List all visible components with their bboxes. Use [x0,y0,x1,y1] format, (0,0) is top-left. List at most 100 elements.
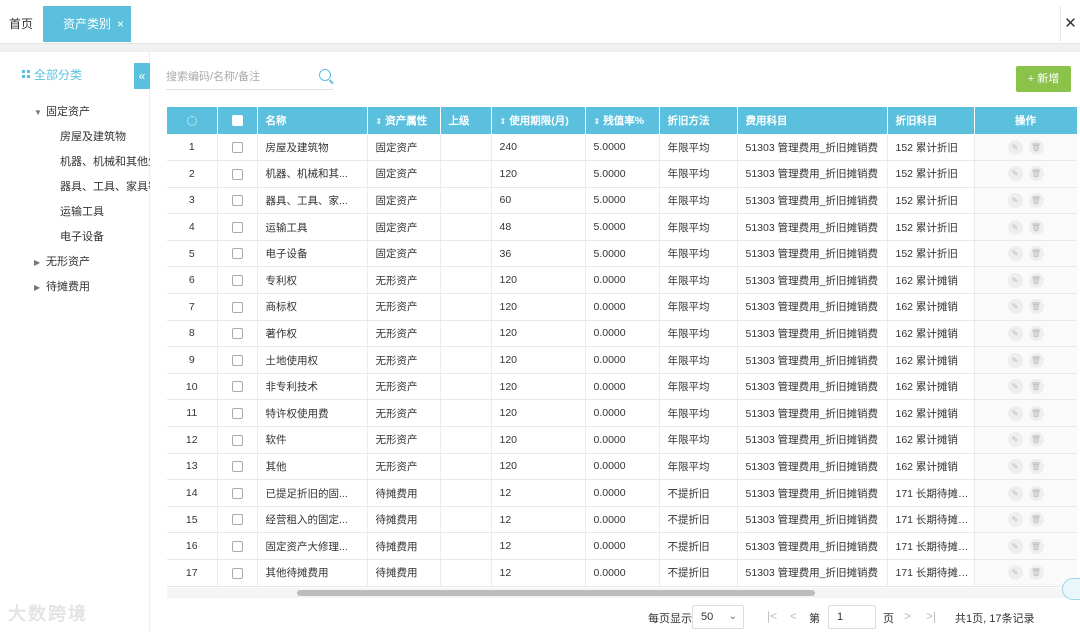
row-select[interactable] [217,399,258,428]
last-page-icon[interactable]: >| [926,609,936,623]
table-row[interactable]: 16 固定资产大修理... 待摊费用 12 0.0000 不提折旧 51303 管理费用_折… [167,532,1077,560]
first-page-icon[interactable]: |< [767,609,777,623]
table-row[interactable]: 10 非专利技术 无形资产 120 0.0000 年限平均 51303 管理费用_折旧摊销费… [167,373,1077,401]
table-row[interactable]: 5 电子设备 固定资产 36 5.0000 年限平均 51303 管理费用_折旧摊销费 152… [167,240,1077,268]
delete-icon[interactable]: 🗑 [1028,246,1044,262]
caret-right-icon[interactable]: ▶ [34,278,46,297]
edit-icon[interactable]: ✎ [1007,299,1023,315]
edit-icon[interactable]: ✎ [1007,246,1023,262]
close-all-icon[interactable]: ✕ [1060,6,1080,42]
scrollbar-thumb[interactable] [297,590,815,596]
row-checkbox[interactable] [231,221,243,233]
row-select[interactable] [217,187,258,215]
edit-icon[interactable]: ✎ [1007,192,1023,208]
row-checkbox[interactable] [231,195,243,207]
delete-icon[interactable]: 🗑 [1028,379,1044,395]
floating-helper-button[interactable] [1062,578,1080,600]
delete-icon[interactable]: 🗑 [1028,192,1044,208]
edit-icon[interactable]: ✎ [1007,272,1023,288]
select-all[interactable] [217,107,258,134]
tree-item[interactable]: ▼ 固定资产 [34,102,148,122]
row-select[interactable] [217,373,258,401]
row-checkbox[interactable] [231,301,243,313]
row-select[interactable] [217,160,258,188]
row-checkbox[interactable] [231,461,243,473]
table-row[interactable]: 13 其他 无形资产 120 0.0000 年限平均 51303 管理费用_折旧摊销费 162… [167,453,1077,481]
table-row[interactable]: 8 著作权 无形资产 120 0.0000 年限平均 51303 管理费用_折旧摊销费 162… [167,320,1077,348]
table-row[interactable]: 3 器具、工具、家... 固定资产 60 5.0000 年限平均 51303 管理费用_折旧… [167,187,1077,215]
table-row[interactable]: 11 特许权使用费 无形资产 120 0.0000 年限平均 51303 管理费用_折旧摊销… [167,399,1077,428]
row-checkbox[interactable] [231,354,243,366]
table-row[interactable]: 2 机器、机械和其... 固定资产 120 5.0000 年限平均 51303 管理费用_折… [167,160,1077,188]
tab-close-icon[interactable]: × [117,6,124,42]
edit-icon[interactable]: ✎ [1007,485,1023,501]
edit-icon[interactable]: ✎ [1007,379,1023,395]
collapse-sidebar-button[interactable]: « [134,63,150,89]
row-checkbox[interactable] [231,274,243,286]
delete-icon[interactable]: 🗑 [1028,272,1044,288]
row-checkbox[interactable] [231,381,243,393]
edit-icon[interactable]: ✎ [1007,432,1023,448]
table-row[interactable]: 15 经营租入的固定... 待摊费用 12 0.0000 不提折旧 51303 管理费用_折… [167,506,1077,534]
row-select[interactable] [217,479,258,507]
table-row[interactable]: 9 土地使用权 无形资产 120 0.0000 年限平均 51303 管理费用_折旧摊销费 1… [167,346,1077,374]
all-categories[interactable]: 全部分类 [22,66,82,83]
row-select[interactable] [217,532,258,560]
tree-item[interactable]: 器具、工具、家具等 [60,177,150,197]
row-checkbox[interactable] [231,514,243,526]
select-all-checkbox[interactable] [231,115,243,127]
edit-icon[interactable]: ✎ [1007,405,1023,421]
edit-icon[interactable]: ✎ [1007,538,1023,554]
tab-home[interactable]: 首页 [0,6,42,42]
delete-icon[interactable]: 🗑 [1028,352,1044,368]
table-row[interactable]: 6 专利权 无形资产 120 0.0000 年限平均 51303 管理费用_折旧摊销费 162… [167,266,1077,295]
tree-item[interactable]: 运输工具 [60,202,150,222]
row-select[interactable] [217,134,258,162]
row-select[interactable] [217,320,258,348]
delete-icon[interactable]: 🗑 [1028,432,1044,448]
table-row[interactable]: 7 商标权 无形资产 120 0.0000 年限平均 51303 管理费用_折旧摊销费 162… [167,293,1077,321]
row-select[interactable] [217,559,258,587]
row-checkbox[interactable] [231,328,243,340]
column-settings[interactable] [167,107,218,134]
delete-icon[interactable]: 🗑 [1028,565,1044,581]
row-select[interactable] [217,426,258,454]
row-checkbox[interactable] [231,168,243,180]
delete-icon[interactable]: 🗑 [1028,512,1044,528]
delete-icon[interactable]: 🗑 [1028,166,1044,182]
row-select[interactable] [217,346,258,374]
delete-icon[interactable]: 🗑 [1028,405,1044,421]
caret-right-icon[interactable]: ▶ [34,253,46,272]
tree-item[interactable]: 机器、机械和其他生 [60,152,150,172]
delete-icon[interactable]: 🗑 [1028,325,1044,341]
tree-item[interactable]: 电子设备 [60,227,150,247]
row-checkbox[interactable] [231,567,243,579]
horizontal-scrollbar[interactable] [167,588,1077,598]
table-row[interactable]: 17 其他待摊费用 待摊费用 12 0.0000 不提折旧 51303 管理费用_折旧摊销费… [167,559,1077,587]
caret-down-icon[interactable]: ▼ [34,103,46,122]
search-input[interactable] [166,66,311,88]
page-number-input[interactable]: 1 [828,605,876,629]
delete-icon[interactable]: 🗑 [1028,219,1044,235]
edit-icon[interactable]: ✎ [1007,458,1023,474]
header-attr[interactable]: ⇕ 资产属性 [367,107,441,134]
delete-icon[interactable]: 🗑 [1028,139,1044,155]
table-row[interactable]: 4 运输工具 固定资产 48 5.0000 年限平均 51303 管理费用_折旧摊销费 152… [167,213,1077,241]
row-checkbox[interactable] [231,248,243,260]
edit-icon[interactable]: ✎ [1007,219,1023,235]
per-page-select[interactable]: 50 ⌄ [692,605,744,629]
table-row[interactable]: 1 房屋及建筑物 固定资产 240 5.0000 年限平均 51303 管理费用_折旧摊销费… [167,134,1077,162]
delete-icon[interactable]: 🗑 [1028,485,1044,501]
table-row[interactable]: 14 已提足折旧的固... 待摊费用 12 0.0000 不提折旧 51303 管理费用_折… [167,479,1077,507]
edit-icon[interactable]: ✎ [1007,139,1023,155]
row-select[interactable] [217,213,258,241]
edit-icon[interactable]: ✎ [1007,352,1023,368]
add-button[interactable]: + 新增 [1016,66,1071,92]
row-select[interactable] [217,506,258,534]
row-checkbox[interactable] [231,407,243,419]
row-select[interactable] [217,453,258,481]
row-checkbox[interactable] [231,487,243,499]
header-period[interactable]: ⇕ 使用期限(月) [491,107,586,134]
row-select[interactable] [217,266,258,295]
row-checkbox[interactable] [231,434,243,446]
